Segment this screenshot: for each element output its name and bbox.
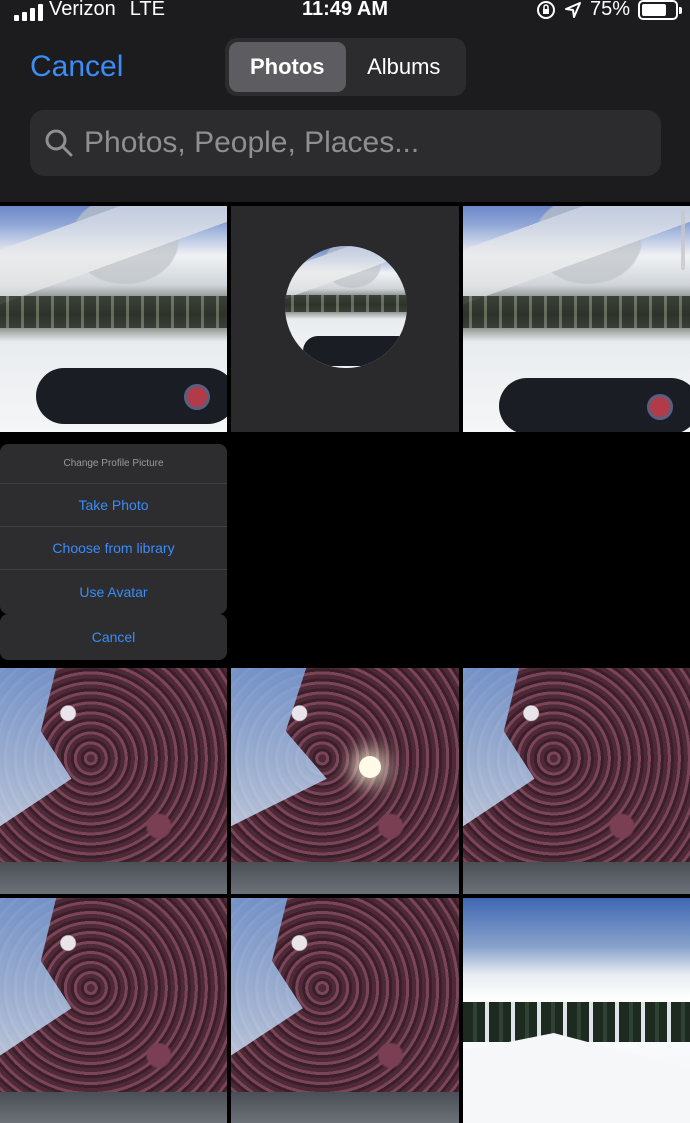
action-sheet-group: Change Profile Picture Take Photo Choose… (0, 444, 227, 614)
cancel-button[interactable]: Cancel (30, 50, 123, 84)
action-sheet-cancel-button[interactable]: Cancel (0, 614, 227, 660)
tab-photos[interactable]: Photos (229, 42, 346, 92)
photo-thumbnail[interactable] (463, 898, 690, 1123)
photo-thumbnail[interactable] (0, 668, 227, 894)
photo-thumbnail[interactable] (0, 898, 227, 1123)
segmented-control: Photos Albums (225, 38, 466, 96)
scroll-indicator[interactable] (681, 210, 685, 270)
photo-thumbnail[interactable] (231, 898, 459, 1123)
use-avatar-button[interactable]: Use Avatar (0, 570, 227, 613)
avatar-preview-tile[interactable] (231, 206, 459, 432)
search-input[interactable] (84, 126, 644, 160)
status-right: 75% (536, 0, 682, 21)
status-bar: Verizon LTE 11:49 AM 75% (0, 0, 690, 22)
choose-from-library-button[interactable]: Choose from library (0, 527, 227, 570)
avatar-preview-circle (285, 246, 407, 368)
battery-icon (638, 0, 682, 20)
battery-percent: 75% (589, 0, 630, 20)
photo-thumbnail[interactable] (0, 206, 227, 432)
tab-albums[interactable]: Albums (346, 42, 463, 92)
action-sheet-title: Change Profile Picture (0, 444, 227, 484)
photo-thumbnail[interactable] (463, 668, 690, 894)
photo-thumbnail[interactable] (231, 668, 459, 894)
location-arrow-icon (564, 1, 581, 18)
snowboard-shape (36, 368, 227, 424)
lock-rotation-icon (536, 0, 555, 19)
battery-fill (642, 3, 666, 16)
take-photo-button[interactable]: Take Photo (0, 484, 227, 527)
action-sheet: Change Profile Picture Take Photo Choose… (0, 438, 227, 665)
search-icon (45, 129, 73, 157)
search-bar (30, 110, 661, 176)
snowboard-shape (499, 378, 690, 432)
photo-thumbnail[interactable] (463, 206, 690, 432)
